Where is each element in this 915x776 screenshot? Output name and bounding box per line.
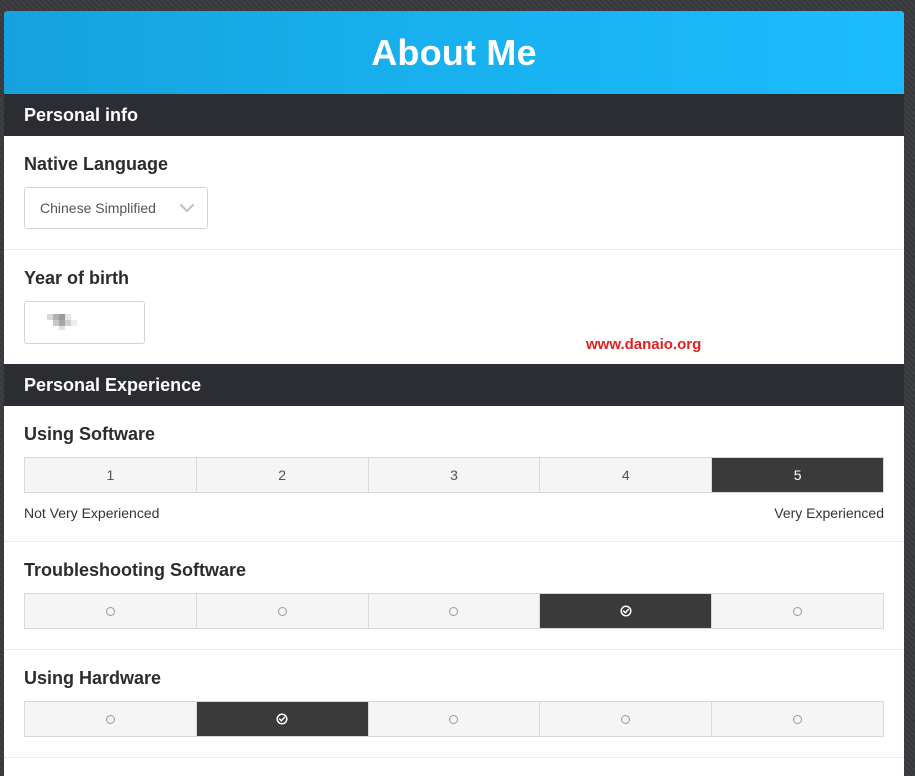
troubleshooting-option-3[interactable]	[368, 594, 541, 628]
hardware-option-1[interactable]	[25, 702, 197, 736]
troubleshooting-software-scale	[24, 593, 884, 629]
check-circle-icon	[620, 605, 632, 617]
radio-icon	[449, 606, 459, 616]
using-software-field: Using Software 1 2 3 4 5 Not Very Experi…	[4, 406, 904, 542]
check-circle-icon	[276, 713, 288, 725]
native-language-field: Native Language Chinese Simplified	[4, 136, 904, 250]
troubleshooting-option-5[interactable]	[712, 594, 883, 628]
radio-icon	[793, 714, 803, 724]
radio-icon	[105, 606, 115, 616]
hardware-option-3[interactable]	[368, 702, 541, 736]
page-title: About Me	[371, 31, 537, 73]
watermark-text: www.danaio.org	[586, 336, 702, 353]
year-of-birth-field: Year of birth www.danaio.org	[4, 250, 904, 364]
year-of-birth-label: Year of birth	[24, 268, 130, 288]
troubleshooting-option-2[interactable]	[196, 594, 369, 628]
hardware-option-5[interactable]	[712, 702, 883, 736]
section-header-personal-experience: Personal Experience	[4, 364, 904, 406]
chevron-down-icon	[179, 203, 195, 213]
radio-icon	[105, 714, 115, 724]
radio-icon	[793, 606, 803, 616]
hardware-option-4[interactable]	[540, 702, 713, 736]
using-software-scale: 1 2 3 4 5	[24, 457, 884, 493]
using-software-scale-labels: Not Very Experienced Very Experienced	[24, 505, 884, 521]
scale-high-label: Very Experienced	[774, 505, 884, 521]
using-software-option-2[interactable]: 2	[196, 458, 369, 492]
troubleshooting-option-1[interactable]	[25, 594, 197, 628]
radio-icon	[621, 714, 631, 724]
troubleshooting-software-field: Troubleshooting Software	[4, 542, 904, 650]
using-hardware-scale	[24, 701, 884, 737]
year-of-birth-input[interactable]	[24, 301, 145, 344]
using-hardware-field: Using Hardware	[4, 650, 904, 758]
troubleshooting-software-label: Troubleshooting Software	[24, 560, 247, 580]
form-window: About Me Personal info Native Language C…	[4, 11, 904, 776]
using-software-option-4[interactable]: 4	[540, 458, 713, 492]
section-header-personal-info: Personal info	[4, 94, 904, 136]
using-hardware-label: Using Hardware	[24, 668, 162, 688]
scale-low-label: Not Very Experienced	[24, 505, 160, 521]
radio-icon	[277, 606, 287, 616]
troubleshooting-option-4[interactable]	[540, 594, 713, 628]
using-software-option-3[interactable]: 3	[368, 458, 541, 492]
using-software-option-5[interactable]: 5	[712, 458, 883, 492]
form-header: About Me	[4, 11, 904, 94]
redacted-value-icon	[47, 314, 77, 330]
hardware-option-2[interactable]	[196, 702, 369, 736]
using-software-label: Using Software	[24, 424, 156, 444]
native-language-value: Chinese Simplified	[40, 200, 156, 216]
using-software-option-1[interactable]: 1	[25, 458, 197, 492]
native-language-select[interactable]: Chinese Simplified	[24, 187, 208, 229]
radio-icon	[449, 714, 459, 724]
native-language-label: Native Language	[24, 154, 169, 174]
